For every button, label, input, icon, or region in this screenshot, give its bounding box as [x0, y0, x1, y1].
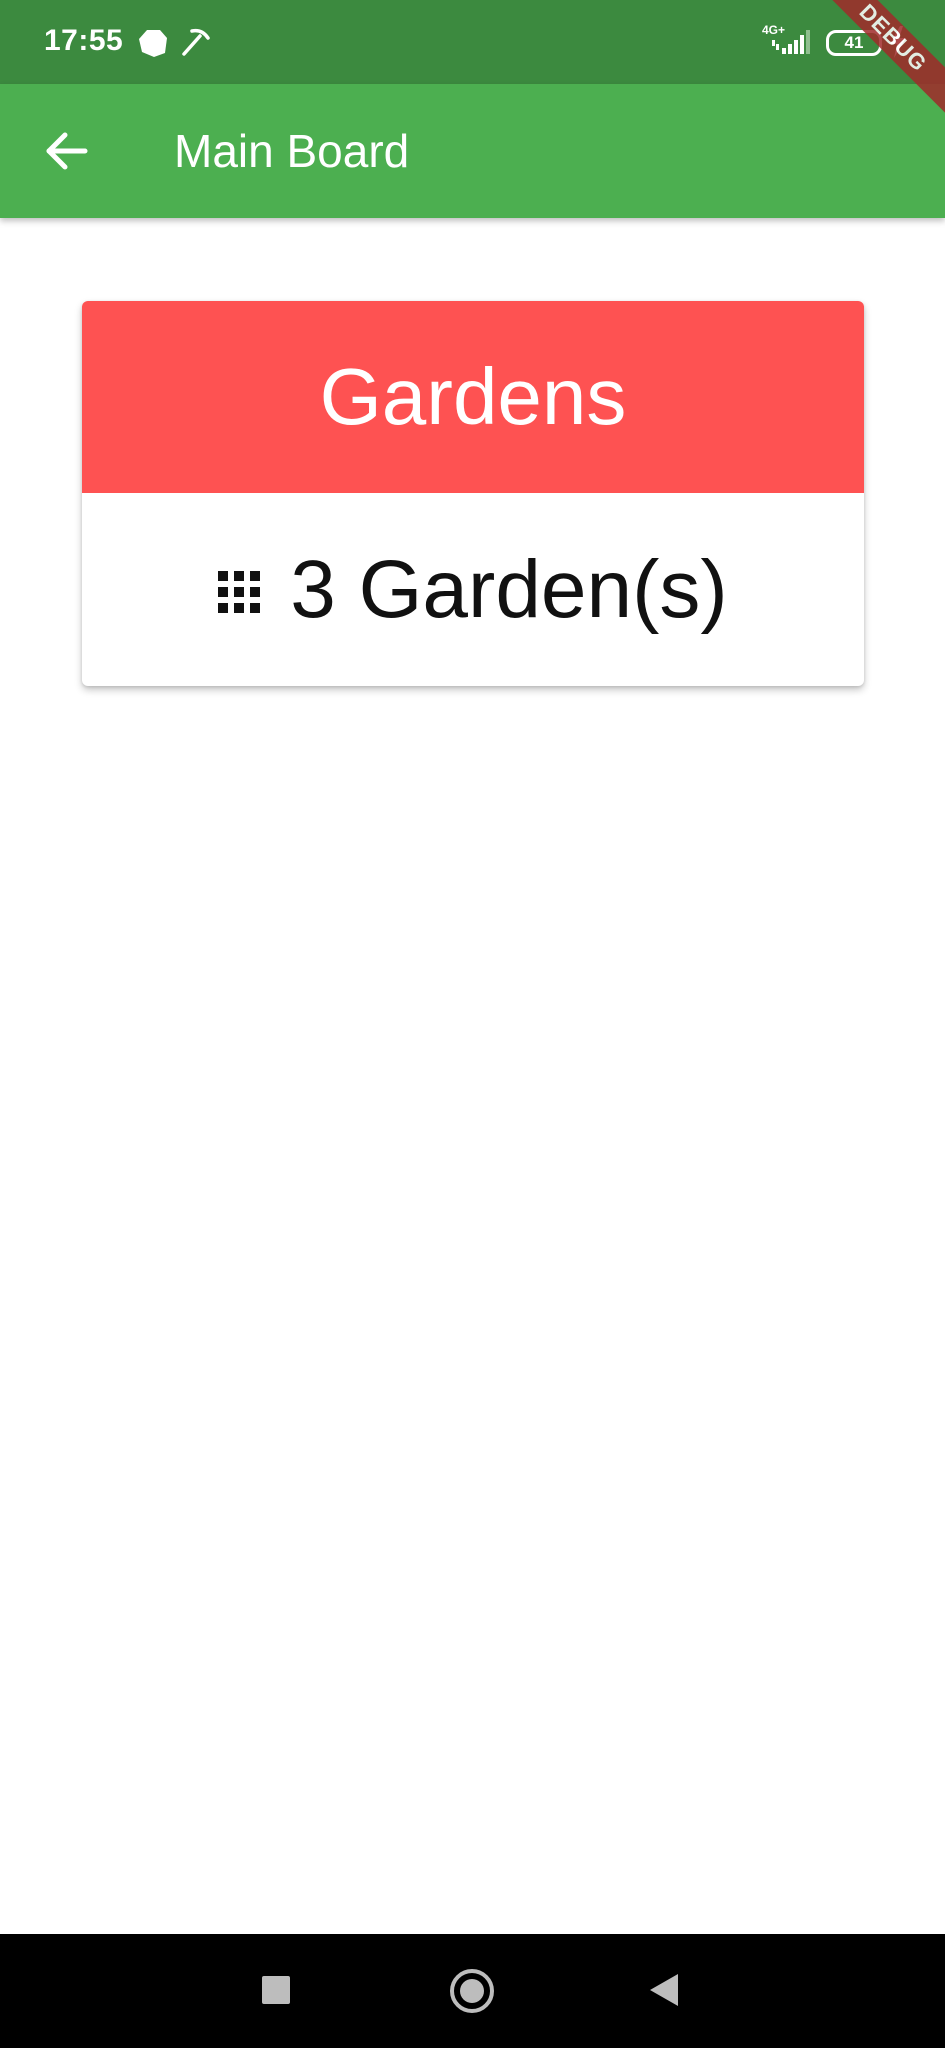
- gardens-card[interactable]: Gardens 3 Garden(s): [82, 301, 864, 686]
- recents-icon[interactable]: [262, 1976, 290, 2004]
- status-bar: 17:55 4G+ 41: [0, 0, 945, 84]
- pickaxe-icon: [182, 28, 210, 56]
- garden-count: 3 Garden(s): [290, 543, 728, 635]
- card-body: 3 Garden(s): [82, 493, 864, 686]
- battery-level: 41: [844, 33, 864, 52]
- page-title: Main Board: [174, 125, 410, 177]
- back-icon[interactable]: [648, 1972, 680, 2008]
- screen: 17:55 4G+ 41 DEBUG Main Board Gardens 3 …: [0, 0, 945, 2048]
- home-icon-inner: [460, 1979, 484, 2003]
- grid-icon: [218, 570, 261, 613]
- status-time: 17:55: [44, 24, 124, 57]
- home-icon[interactable]: [450, 1969, 494, 2013]
- signal-icon: [772, 30, 810, 54]
- card-header: Gardens: [82, 301, 864, 493]
- navigation-bar: [0, 1934, 945, 2048]
- app-bar: Main Board: [0, 84, 945, 218]
- card-title: Gardens: [319, 352, 627, 441]
- app-notification-icon: [139, 30, 167, 57]
- back-button[interactable]: [30, 118, 104, 184]
- arrow-back-icon: [46, 132, 88, 170]
